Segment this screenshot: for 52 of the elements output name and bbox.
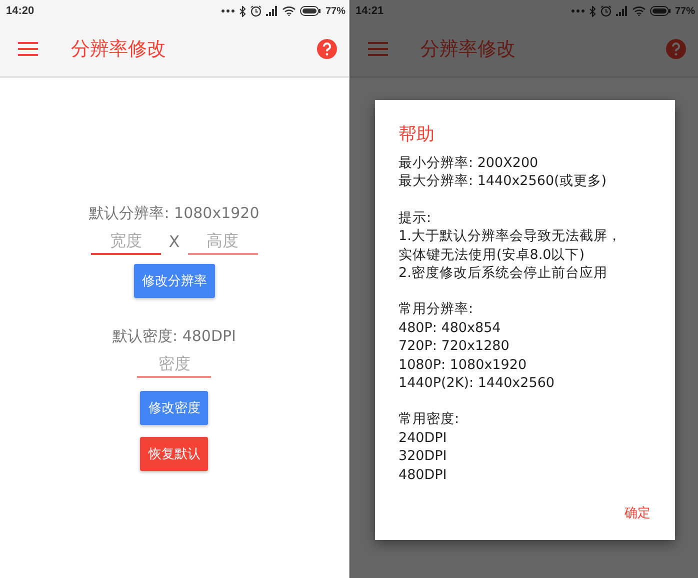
help-button[interactable]	[316, 39, 336, 59]
help-icon	[666, 39, 686, 59]
alarm-icon	[250, 5, 262, 17]
ok-button[interactable]: 确定	[620, 502, 654, 524]
alarm-icon	[600, 5, 612, 17]
dialog-text: 1.大于默认分辨率会导致无法截屏，	[398, 227, 622, 246]
dialog-text: 常用密度:	[398, 410, 460, 429]
more-icon	[221, 9, 236, 13]
battery-percent: 77%	[674, 6, 695, 16]
dialog-text: 480DPI	[398, 466, 448, 484]
signal-icon	[616, 6, 628, 16]
dialog-title: 帮助	[398, 123, 436, 146]
menu-icon	[18, 42, 38, 56]
help-button[interactable]	[666, 39, 686, 59]
default-resolution-label: 默认分辨率: 1080x1920	[89, 204, 260, 223]
status-time: 14:21	[356, 5, 384, 17]
dialog-text: 320DPI	[398, 447, 448, 466]
status-time: 14:20	[6, 5, 34, 17]
bluetooth-icon	[588, 6, 596, 16]
dialog-text: 实体键无法使用(安卓8.0以下)	[398, 246, 586, 264]
battery-icon	[300, 6, 322, 16]
dialog-text: 常用分辨率:	[398, 300, 474, 319]
restore-default-button[interactable]: 恢复默认	[140, 437, 208, 471]
more-icon	[570, 9, 585, 13]
signal-icon	[266, 6, 278, 16]
density-field[interactable]: 密度	[137, 352, 212, 378]
separator-text: X	[168, 232, 180, 253]
wifi-icon	[282, 6, 296, 16]
dialog-text: 1080P: 1080x1920	[398, 356, 528, 374]
bluetooth-icon	[239, 6, 246, 16]
dialog-text: 480P: 480x854	[398, 318, 502, 338]
wifi-icon	[632, 6, 646, 16]
menu-button[interactable]	[18, 42, 38, 56]
dialog-text: 720P: 720x1280	[398, 337, 510, 356]
app-title: 分辨率修改	[71, 37, 166, 62]
dialog-text: 最大分辨率: 1440x2560(或更多)	[398, 172, 608, 191]
battery-percent: 77%	[325, 6, 346, 16]
dialog-text: 最小分辨率: 200X200	[398, 154, 540, 172]
app-title: 分辨率修改	[420, 37, 516, 62]
help-icon	[316, 39, 336, 59]
change-resolution-button[interactable]: 修改分辨率	[134, 264, 215, 298]
dialog-text: 提示:	[398, 208, 432, 228]
change-density-button[interactable]: 修改密度	[140, 391, 208, 425]
battery-icon	[650, 6, 671, 16]
height-field[interactable]: 高度	[188, 229, 258, 255]
menu-icon	[368, 42, 388, 56]
dialog-text: 2.密度修改后系统会停止前台应用	[398, 264, 608, 282]
dialog-text: 240DPI	[398, 428, 448, 448]
menu-button[interactable]	[368, 42, 388, 56]
default-density-label: 默认密度: 480DPI	[112, 327, 236, 346]
dialog-text: 1440P(2K): 1440x2560	[398, 374, 556, 392]
width-field[interactable]: 宽度	[90, 229, 161, 255]
